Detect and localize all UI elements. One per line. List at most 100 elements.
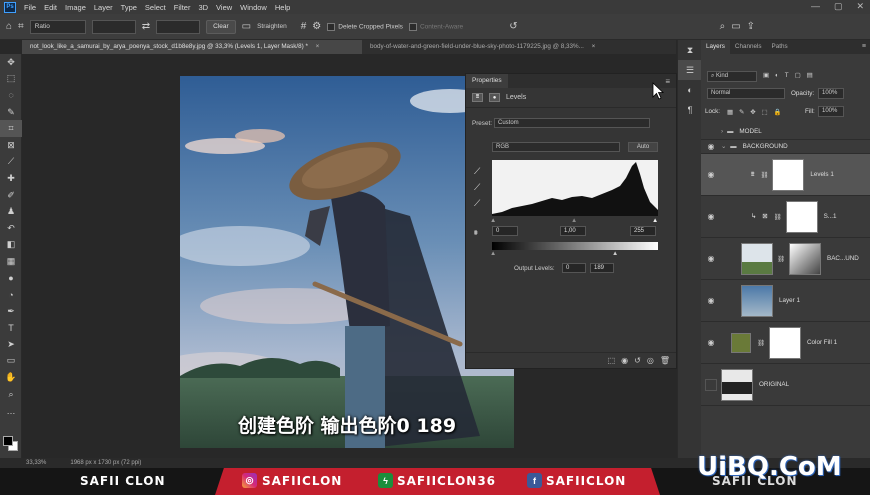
menu-3d[interactable]: 3D	[194, 3, 212, 12]
ratio-height-input[interactable]	[156, 19, 201, 34]
layer-background-image[interactable]: ◉ ⛓ BAC...UND	[701, 238, 870, 280]
reset-adjustment-icon[interactable]: ↺	[634, 356, 641, 365]
marquee-tool-icon[interactable]: ⬚	[0, 71, 22, 88]
color-fill-swatch[interactable]	[731, 332, 751, 353]
input-white-slider[interactable]: ▲	[652, 217, 658, 224]
tab-channels[interactable]: Channels	[730, 40, 767, 54]
input-black-field[interactable]: 0	[492, 226, 518, 236]
menu-filter[interactable]: Filter	[170, 3, 195, 12]
menu-window[interactable]: Window	[236, 3, 271, 12]
layer-1[interactable]: ◉ Layer 1	[701, 280, 870, 322]
move-tool-icon[interactable]: ✥	[0, 54, 22, 71]
input-white-field[interactable]: 255	[630, 226, 656, 236]
opacity-field[interactable]: 100%	[818, 88, 844, 99]
libraries-panel-icon[interactable]: ¶	[678, 100, 702, 120]
menu-file[interactable]: File	[20, 3, 40, 12]
link-icon[interactable]: ⛓	[777, 255, 785, 263]
white-point-eyedropper-icon[interactable]: ⟋	[474, 198, 480, 209]
visibility-eye-icon[interactable]: ◉	[701, 338, 721, 347]
document-info[interactable]: 1968 px x 1730 px (72 ppi)	[70, 460, 141, 466]
output-white-slider[interactable]: ▲	[612, 250, 618, 257]
pixel-filter-icon[interactable]: ▣	[763, 72, 769, 79]
straighten-icon[interactable]: ▭	[242, 21, 251, 32]
more-tools-icon[interactable]: …	[0, 402, 22, 419]
share-icon[interactable]: ⇪	[747, 21, 755, 32]
home-icon[interactable]: ⌂	[6, 21, 12, 32]
clip-to-layer-icon[interactable]: ⬚	[608, 356, 616, 365]
document-photo[interactable]	[180, 76, 514, 448]
swap-icon[interactable]: ⇄	[142, 21, 150, 32]
preset-select[interactable]: Custom	[494, 118, 650, 128]
visibility-eye-icon[interactable]: ◉	[701, 296, 721, 305]
black-point-eyedropper-icon[interactable]: ⟋	[474, 166, 480, 177]
adjustments-panel-icon[interactable]: ◐	[678, 80, 702, 100]
gear-icon[interactable]: ⚙	[312, 21, 321, 32]
delete-cropped-checkbox[interactable]: Delete Cropped Pixels	[327, 22, 403, 31]
fill-field[interactable]: 100%	[818, 106, 844, 117]
layer-group-background[interactable]: ◉ ⌄ ▬ BACKGROUND	[701, 140, 870, 154]
view-previous-icon[interactable]: ◉	[621, 356, 628, 365]
visibility-eye-icon[interactable]: ◉	[701, 212, 721, 221]
color-swatches[interactable]	[3, 436, 19, 452]
type-filter-icon[interactable]: T	[785, 72, 789, 79]
minimize-icon[interactable]: —	[811, 1, 820, 12]
layer-mask-thumbnail[interactable]	[772, 158, 805, 191]
layer-group-model[interactable]: › ▬ MODEL	[701, 124, 870, 140]
lock-all-icon[interactable]: 🔒	[773, 108, 781, 116]
dodge-tool-icon[interactable]: ◔	[0, 286, 22, 303]
stamp-tool-icon[interactable]: ♟	[0, 203, 22, 220]
visibility-eye-icon[interactable]: ◉	[701, 254, 721, 263]
toggle-visibility-icon[interactable]: ◎	[647, 356, 654, 365]
output-white-field[interactable]: 189	[590, 263, 614, 273]
blend-mode-select[interactable]: Normal	[707, 88, 785, 99]
layer-thumbnail[interactable]	[741, 284, 773, 317]
zoom-level[interactable]: 33,33%	[26, 460, 46, 466]
layer-mask-icon[interactable]: ●	[489, 93, 500, 102]
path-select-tool-icon[interactable]: ➤	[0, 336, 22, 353]
shape-filter-icon[interactable]: ▢	[795, 72, 801, 79]
ratio-width-input[interactable]	[91, 19, 136, 34]
visibility-eye-icon[interactable]: ◉	[701, 170, 721, 179]
layer-thumbnail[interactable]	[741, 242, 773, 275]
close-window-icon[interactable]: ✕	[856, 1, 864, 12]
tab-samurai-document[interactable]: not_look_like_a_samurai_by_arya_poenya_s…	[22, 40, 362, 54]
visibility-toggle-off[interactable]	[705, 378, 717, 391]
quick-select-tool-icon[interactable]: ✎	[0, 104, 22, 121]
menu-view[interactable]: View	[212, 3, 236, 12]
content-aware-checkbox[interactable]: Content-Aware	[408, 22, 463, 31]
properties-panel-icon[interactable]: ☰	[678, 60, 702, 80]
menu-image[interactable]: Image	[61, 3, 90, 12]
menu-help[interactable]: Help	[271, 3, 294, 12]
history-brush-icon[interactable]: ↶	[0, 220, 22, 237]
layer-thumbnail[interactable]	[721, 368, 753, 401]
layer-levels-1[interactable]: ◉ ⩩ ⛓ Levels 1	[701, 154, 870, 196]
crop-tool-icon[interactable]: ⌗	[18, 21, 24, 32]
eraser-tool-icon[interactable]: ◧	[0, 237, 22, 254]
output-black-slider[interactable]: ▲	[490, 250, 496, 257]
tab-properties[interactable]: Properties	[466, 74, 508, 88]
reset-icon[interactable]: ↺	[509, 21, 517, 32]
hand-tool-icon[interactable]: ✋	[0, 369, 22, 386]
tab-layers[interactable]: Layers	[701, 40, 730, 54]
smart-object-filter-icon[interactable]: ▤	[807, 72, 813, 79]
link-icon[interactable]: ⛓	[774, 213, 782, 221]
lasso-tool-icon[interactable]: ◌	[0, 87, 22, 104]
tab-paths[interactable]: Paths	[767, 40, 793, 54]
menu-layer[interactable]: Layer	[90, 3, 117, 12]
auto-button[interactable]: Auto	[628, 142, 658, 152]
gradient-tool-icon[interactable]: ▦	[0, 253, 22, 270]
search-icon[interactable]: ⌕	[720, 21, 726, 32]
eyedropper-tool-icon[interactable]: ⟋	[0, 154, 22, 171]
delete-adjustment-icon[interactable]: 🗑	[660, 356, 670, 365]
menu-type[interactable]: Type	[117, 3, 141, 12]
chevron-right-icon[interactable]: ›	[721, 128, 723, 135]
layer-mask-thumbnail[interactable]	[789, 242, 821, 275]
input-gamma-field[interactable]: 1,00	[560, 226, 586, 236]
ratio-select[interactable]: Ratio	[29, 19, 86, 34]
lock-position-icon[interactable]: ✥	[750, 109, 755, 116]
layer-mask-thumbnail[interactable]	[785, 200, 818, 233]
brush-tool-icon[interactable]: ✐	[0, 187, 22, 204]
clear-button[interactable]: Clear	[206, 19, 236, 34]
frame-tool-icon[interactable]: ⊠	[0, 137, 22, 154]
target-adjust-icon[interactable]: ⩩	[474, 230, 478, 238]
